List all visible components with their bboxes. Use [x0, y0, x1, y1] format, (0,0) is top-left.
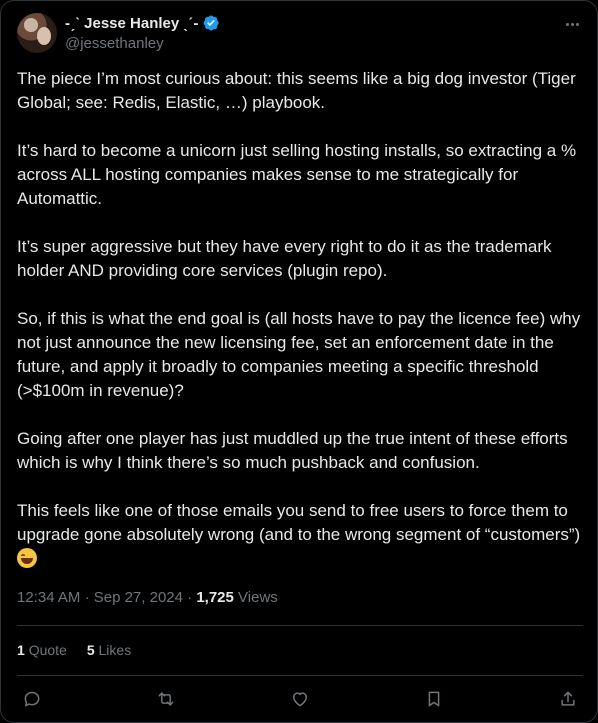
- display-name[interactable]: -ˏˋ Jesse Hanley ˎˊ-: [65, 15, 198, 32]
- divider: [17, 625, 583, 626]
- engagement-stats: 1 Quote 5 Likes: [17, 642, 131, 658]
- author-block: -ˏˋ Jesse Hanley ˎˊ- @jessethanley: [65, 13, 220, 52]
- tweet-paragraph: It’s super aggressive but they have ever…: [17, 237, 552, 280]
- display-name-row: -ˏˋ Jesse Hanley ˎˊ-: [65, 13, 220, 33]
- action-bar: [17, 685, 583, 713]
- tweet-paragraph: So, if this is what the end goal is (all…: [17, 309, 581, 400]
- tweet-paragraph: The piece I’m most curious about: this s…: [17, 69, 576, 112]
- grinning-face-emoji-icon: [17, 548, 37, 568]
- verified-badge-icon: [202, 14, 220, 32]
- tweet-header: -ˏˋ Jesse Hanley ˎˊ- @jessethanley: [17, 13, 583, 57]
- tweet-date[interactable]: Sep 27, 2024: [94, 589, 183, 606]
- retweet-icon[interactable]: [151, 685, 181, 713]
- likes-link[interactable]: 5 Likes: [87, 642, 131, 658]
- views-count: 1,725: [196, 589, 234, 606]
- likes-label: Likes: [98, 642, 132, 658]
- tweet-paragraph: Going after one player has just muddled …: [17, 429, 568, 472]
- more-icon[interactable]: [561, 15, 583, 33]
- tweet-paragraph: It’s hard to become a unicorn just selli…: [17, 141, 577, 208]
- tweet-card: -ˏˋ Jesse Hanley ˎˊ- @jessethanley The p…: [0, 0, 598, 723]
- meta-separator: ·: [84, 589, 90, 606]
- quotes-count: 1: [17, 642, 25, 658]
- share-icon[interactable]: [553, 685, 583, 713]
- views-label: Views: [238, 589, 278, 606]
- quotes-label: Quote: [28, 642, 67, 658]
- bookmark-icon[interactable]: [419, 685, 449, 713]
- handle[interactable]: @jessethanley: [65, 35, 220, 52]
- quotes-link[interactable]: 1 Quote: [17, 642, 67, 658]
- divider: [17, 675, 583, 676]
- like-icon[interactable]: [285, 685, 315, 713]
- tweet-paragraph: This feels like one of those emails you …: [17, 501, 581, 544]
- tweet-last-paragraph: This feels like one of those emails you …: [17, 499, 585, 571]
- likes-count: 5: [86, 642, 95, 658]
- tweet-text: The piece I’m most curious about: this s…: [17, 67, 585, 571]
- tweet-time[interactable]: 12:34 AM: [17, 589, 80, 606]
- meta-separator: ·: [187, 589, 193, 606]
- tweet-meta: 12:34 AM · Sep 27, 2024 · 1,725 Views: [17, 589, 278, 606]
- reply-icon[interactable]: [17, 685, 47, 713]
- avatar[interactable]: [17, 13, 57, 53]
